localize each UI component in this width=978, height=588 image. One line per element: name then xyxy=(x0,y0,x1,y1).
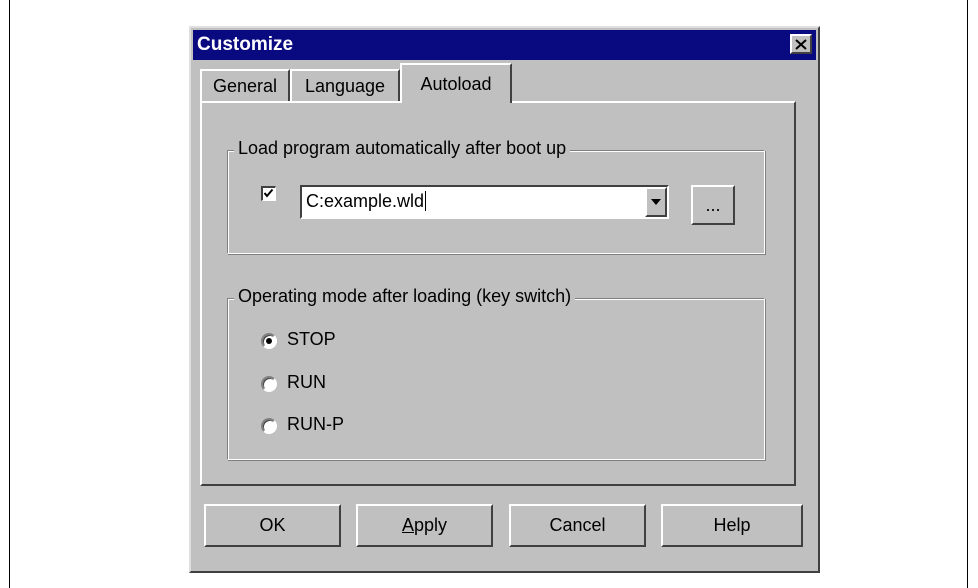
program-file-value: C:example.wld xyxy=(306,191,427,211)
help-button[interactable]: Help xyxy=(661,504,803,547)
browse-button-label: ... xyxy=(705,194,721,215)
radio-run-label[interactable]: RUN xyxy=(287,372,326,393)
tab-autoload[interactable]: Autoload xyxy=(400,63,512,103)
dialog-title: Customize xyxy=(197,34,294,55)
help-button-label: Help xyxy=(713,515,751,535)
combobox-dropdown-button[interactable] xyxy=(645,187,667,217)
radio-selected-dot xyxy=(266,338,272,344)
apply-button-label: Apply xyxy=(401,515,448,535)
browse-button[interactable]: ... xyxy=(691,185,735,225)
radio-run[interactable] xyxy=(261,376,277,392)
autoload-group: Load program automatically after boot up… xyxy=(227,138,765,254)
radio-stop-label[interactable]: STOP xyxy=(287,329,336,350)
autoload-checkbox[interactable] xyxy=(261,186,276,201)
tab-autoload-label: Autoload xyxy=(420,73,492,94)
customize-dialog: Customize General Language Autoload Load… xyxy=(189,26,820,573)
close-icon xyxy=(795,38,807,50)
radio-run-p-label[interactable]: RUN-P xyxy=(287,414,344,435)
checkmark-icon xyxy=(263,188,274,198)
chevron-down-icon xyxy=(651,199,661,205)
radio-stop[interactable] xyxy=(261,333,277,349)
tab-language-label: Language xyxy=(304,75,386,96)
ok-button-label: OK xyxy=(259,515,286,535)
program-file-combobox[interactable]: C:example.wld xyxy=(300,185,669,219)
tab-general-label: General xyxy=(212,75,278,96)
operating-mode-group: Operating mode after loading (key switch… xyxy=(227,286,765,460)
autoload-panel: Load program automatically after boot up… xyxy=(200,101,796,486)
operating-mode-group-label: Operating mode after loading (key switch… xyxy=(234,286,576,307)
apply-button[interactable]: Apply xyxy=(356,504,493,547)
close-button[interactable] xyxy=(790,34,812,54)
title-bar[interactable]: Customize xyxy=(193,30,816,60)
autoload-group-label: Load program automatically after boot up xyxy=(234,138,571,159)
tab-language[interactable]: Language xyxy=(290,69,400,101)
tab-general[interactable]: General xyxy=(200,69,290,101)
ok-button[interactable]: OK xyxy=(204,504,341,547)
cancel-button-label: Cancel xyxy=(549,515,606,535)
cancel-button[interactable]: Cancel xyxy=(509,504,646,547)
radio-run-p[interactable] xyxy=(261,418,277,434)
